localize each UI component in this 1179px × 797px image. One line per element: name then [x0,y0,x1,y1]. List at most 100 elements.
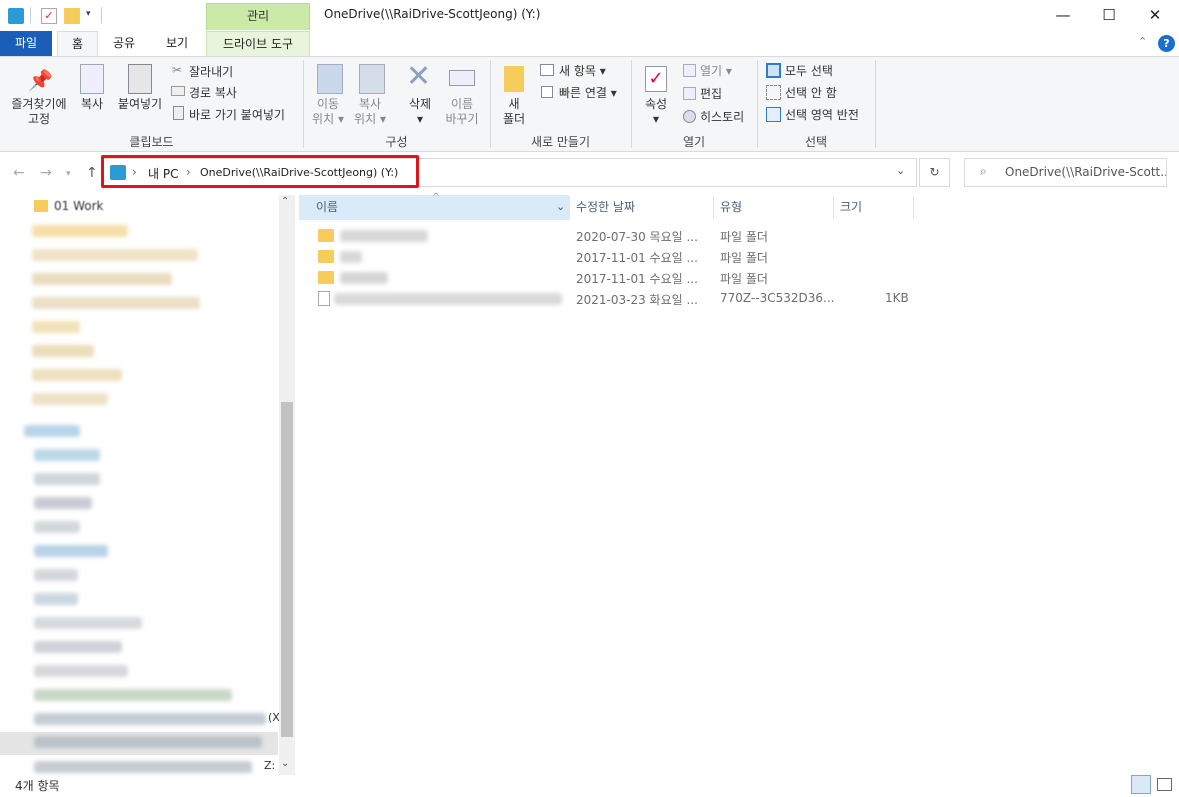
invert-selection-icon [766,107,781,122]
nav-item-01-work[interactable]: 01 Work [54,199,103,213]
new-folder-qat-icon[interactable] [64,8,80,24]
help-icon[interactable]: ? [1158,35,1175,52]
nav-item[interactable] [30,221,270,241]
file-size: 1KB [885,291,909,305]
back-icon[interactable]: ← [13,165,25,181]
pin-icon: 📌 [28,68,53,92]
properties-button[interactable]: 속성 ▾ [639,97,673,127]
open-button[interactable]: 열기 ▾ [700,62,732,79]
new-item-button[interactable]: 새 항목 ▾ [559,62,606,79]
paste-button[interactable]: 붙여넣기 [114,97,166,112]
copyto-label-2: 위치 ▾ [354,112,386,126]
maximize-button[interactable]: ☐ [1086,0,1132,31]
recent-locations-icon[interactable]: ▾ [66,169,71,179]
pin-to-quick-access-button[interactable]: 즐겨찾기에 고정 [6,97,72,127]
column-header-name[interactable]: 이름 [316,195,338,220]
edit-icon [683,87,696,100]
history-button[interactable]: 히스토리 [700,108,744,125]
invert-selection-button[interactable]: 선택 영역 반전 [785,106,859,123]
nav-item[interactable] [30,245,270,265]
paste-shortcut-icon [173,106,184,120]
column-separator[interactable] [833,196,834,219]
file-row[interactable]: 2020-07-30 목요일 ... 파일 폴더 [300,225,1170,246]
file-type: 파일 폴더 [720,272,768,286]
qat-dropdown-icon[interactable]: ▾ [86,9,91,19]
new-folder-label-1: 새 [508,97,520,111]
new-folder-button[interactable]: 새 폴더 [498,97,530,127]
nav-item[interactable] [34,613,274,633]
nav-item[interactable] [34,757,274,777]
rename-button[interactable]: 이름 바꾸기 [440,97,484,127]
tab-drive-tools[interactable]: 드라이브 도구 [206,31,310,56]
select-none-button[interactable]: 선택 안 함 [785,84,837,101]
nav-item-this-pc[interactable] [24,421,264,441]
collapse-ribbon-icon[interactable]: ⌃ [1138,35,1147,48]
minimize-button[interactable]: — [1040,0,1086,31]
window-title: OneDrive(\\RaiDrive-ScottJeong) (Y:) [324,7,541,21]
move-label-1: 이동 [316,97,340,111]
cut-button[interactable]: 잘라내기 [189,63,233,80]
copy-button[interactable]: 복사 [76,97,108,112]
scroll-up-icon[interactable]: ⌃ [281,196,289,207]
nav-item[interactable] [30,389,270,409]
nav-item-drive-letter: Z: [264,759,276,772]
file-row[interactable]: 2021-03-23 화요일 ... 770Z--3C532D36... 1KB [300,288,1170,309]
select-all-button[interactable]: 모두 선택 [785,62,833,79]
column-filter-icon[interactable]: ⌄ [556,200,565,213]
column-header-size[interactable]: 크기 [840,195,862,220]
tab-share[interactable]: 공유 [104,31,144,56]
file-modified: 2017-11-01 수요일 ... [576,251,698,265]
search-input[interactable]: OneDrive(\\RaiDrive-Scott... [964,158,1167,187]
nav-scrollbar-thumb[interactable] [281,402,293,737]
file-modified: 2020-07-30 목요일 ... [576,230,698,244]
nav-item[interactable] [34,709,274,729]
paste-shortcut-button[interactable]: 바로 가기 붙여넣기 [189,106,285,123]
up-icon[interactable]: ↑ [86,165,98,181]
tab-home[interactable]: 홈 [57,31,98,57]
nav-item[interactable] [34,493,274,513]
properties-qat-icon[interactable]: ✓ [41,8,57,24]
nav-item[interactable] [34,469,274,489]
copy-path-button[interactable]: 경로 복사 [189,84,237,101]
column-header-modified[interactable]: 수정한 날짜 [576,195,635,220]
nav-item[interactable] [34,541,274,561]
column-header-type[interactable]: 유형 [720,195,742,220]
address-dropdown-icon[interactable]: ⌄ [896,164,905,177]
easy-access-button[interactable]: 빠른 연결 ▾ [559,84,617,101]
copy-to-button[interactable]: 복사 위치 ▾ [350,97,390,127]
tab-file[interactable]: 파일 [0,31,52,56]
edit-button[interactable]: 편집 [700,85,722,102]
forward-icon[interactable]: → [40,165,52,181]
scroll-down-icon[interactable]: ⌄ [281,758,289,769]
nav-item[interactable] [30,293,270,313]
nav-item[interactable] [34,685,274,705]
nav-item[interactable] [34,565,274,585]
nav-item[interactable] [34,589,274,609]
column-separator[interactable] [569,196,570,219]
large-icons-view-icon[interactable] [1157,778,1172,791]
nav-item[interactable] [34,517,274,537]
file-name [340,272,388,284]
nav-item-selected[interactable] [0,732,278,755]
nav-item[interactable] [34,445,274,465]
delete-button[interactable]: 삭제 ▾ [400,97,440,127]
nav-item[interactable] [30,341,270,361]
address-highlight-box [101,155,419,188]
column-separator[interactable] [913,196,914,219]
raidrive-icon[interactable] [8,8,24,24]
details-view-icon[interactable] [1131,775,1151,794]
move-to-button[interactable]: 이동 위치 ▾ [308,97,348,127]
nav-item[interactable] [30,317,270,337]
nav-item[interactable] [34,661,274,681]
refresh-button[interactable]: ↻ [919,158,950,187]
nav-item[interactable] [30,269,270,289]
file-row[interactable]: 2017-11-01 수요일 ... 파일 폴더 [300,267,1170,288]
close-button[interactable]: ✕ [1132,0,1178,31]
nav-item[interactable] [34,637,274,657]
column-separator[interactable] [713,196,714,219]
nav-item[interactable] [30,365,270,385]
manage-context-tab[interactable]: 관리 [206,3,310,30]
open-group-label: 열기 [682,135,706,149]
tab-view[interactable]: 보기 [157,31,197,56]
file-row[interactable]: 2017-11-01 수요일 ... 파일 폴더 [300,246,1170,267]
